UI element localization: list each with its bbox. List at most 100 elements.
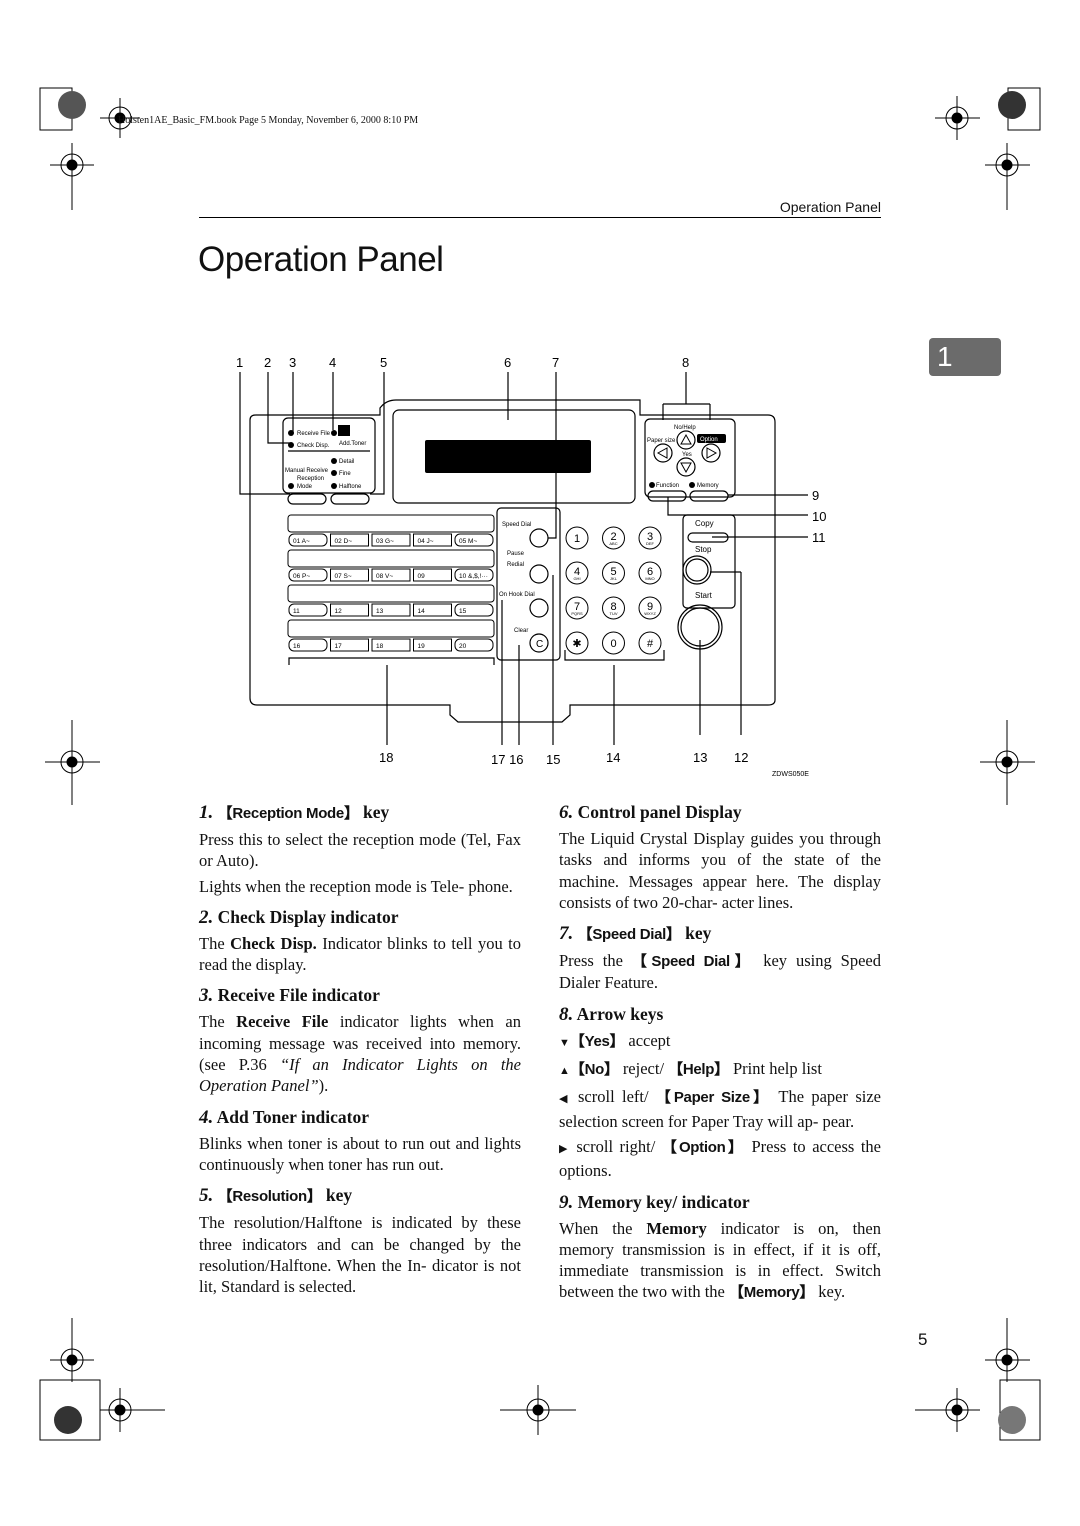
- file-meta: Holsten1AE_Basic_FM.book Page 5 Monday, …: [118, 115, 419, 126]
- registration-mark-icon: [915, 1388, 980, 1432]
- registration-mark-icon: [935, 96, 980, 140]
- lcd-display: [425, 440, 591, 473]
- section-reception-mode: 1. 【Reception Mode】 key Press this to se…: [199, 802, 521, 896]
- callout-12: 12: [734, 750, 748, 765]
- label-fine: Fine: [339, 471, 351, 477]
- one-touch-key-label: 11: [293, 608, 300, 615]
- one-touch-key-label: 12: [335, 608, 343, 615]
- label-strip: [287, 619, 495, 638]
- callout-15: 15: [546, 752, 560, 767]
- key-name: 【Reception Mode】: [217, 805, 359, 822]
- label-add-toner: Add.Toner: [339, 441, 366, 447]
- section-resolution: 5. 【Resolution】 key The resolution/Halft…: [199, 1185, 521, 1297]
- callout-4: 4: [329, 355, 336, 370]
- label-mode: Mode: [297, 484, 313, 490]
- one-touch-key-label: 01 A~: [293, 538, 310, 545]
- section-receive-file: 3. Receive File indicator The Receive Fi…: [199, 985, 521, 1096]
- one-touch-key-label: 18: [376, 643, 384, 650]
- keypad-letters: PQRS: [571, 611, 583, 616]
- label-redial: Redial: [507, 562, 524, 568]
- label-strip: [287, 549, 495, 568]
- callout-17-16: 17 16: [491, 752, 524, 767]
- registration-mark-icon: [100, 1388, 165, 1432]
- label-manual-receive: Manual Receive: [285, 468, 329, 474]
- keypad-letters: WXYZ: [644, 611, 656, 616]
- callout-6: 6: [504, 355, 511, 370]
- one-touch-key-label: 13: [376, 608, 384, 615]
- page-number: 5: [918, 1330, 928, 1349]
- left-arrow-icon: ◀: [559, 1093, 571, 1106]
- label-option: Option: [700, 437, 718, 443]
- registration-mark-icon: [985, 143, 1030, 210]
- keypad-letters: JKL: [610, 576, 618, 581]
- callout-3: 3: [289, 355, 296, 370]
- label-speed-dial: Speed Dial: [502, 522, 531, 528]
- label-function: Function: [656, 483, 679, 489]
- callout-5: 5: [380, 355, 387, 370]
- section-check-display: 2. Check Display indicator The Check Dis…: [199, 906, 522, 975]
- numeric-keypad: 1 2ABC3DEF4GHI5JKL6MNO7PQRS8TUV9WXYZ✱ 0 #: [565, 526, 662, 655]
- label-halftone: Halftone: [339, 484, 362, 490]
- label-stop: Stop: [695, 545, 712, 554]
- label-pause: Pause: [507, 551, 525, 557]
- registration-mark-icon: [985, 1318, 1030, 1382]
- section-display: 6. Control panel Display The Liquid Crys…: [559, 802, 881, 912]
- callout-1: 1: [236, 355, 243, 370]
- label-reception: Reception: [297, 476, 324, 482]
- left-column: 1. 【Reception Mode】 key Press this to se…: [199, 800, 521, 1305]
- one-touch-key-label: 16: [293, 643, 301, 650]
- registration-mark-icon: [50, 143, 94, 210]
- section-add-toner: 4. Add Toner indicator Blinks when toner…: [199, 1106, 521, 1174]
- one-touch-key-label: 02 D~: [335, 538, 353, 545]
- keypad-letters: TUV: [610, 611, 618, 616]
- one-touch-key-label: 15: [459, 608, 467, 615]
- callout-10: 10: [812, 509, 826, 524]
- page-title: Operation Panel: [198, 240, 444, 279]
- one-touch-key-label: 17: [335, 643, 343, 650]
- callout-7: 7: [552, 355, 559, 370]
- right-column: 6. Control panel Display The Liquid Crys…: [559, 800, 881, 1312]
- label-memory: Memory: [697, 483, 719, 489]
- section-memory: 9. Memory key/ indicator When the Memory…: [559, 1191, 882, 1302]
- label-strip: [287, 584, 495, 603]
- one-touch-key-label: 07 S~: [335, 573, 352, 580]
- callout-14: 14: [606, 750, 620, 765]
- label-yes: Yes: [682, 452, 692, 458]
- callout-8: 8: [682, 355, 689, 370]
- label-detail: Detail: [339, 459, 354, 465]
- label-start: Start: [695, 591, 713, 600]
- section-arrow-keys: 8. Arrow keys ▼【Yes】 accept ▲【No】 reject…: [559, 1003, 882, 1181]
- keypad-letters: MNO: [645, 576, 654, 581]
- callout-11: 11: [812, 530, 826, 545]
- one-touch-key-label: 14: [418, 608, 426, 615]
- callout-2: 2: [264, 355, 271, 370]
- keypad-digit: #: [647, 638, 654, 650]
- label-clear: Clear: [514, 628, 528, 634]
- label-on-hook-dial: On Hook Dial: [499, 592, 535, 598]
- label-check-disp: Check Disp.: [297, 443, 330, 449]
- keypad-digit: ✱: [572, 638, 581, 650]
- down-arrow-icon: ▼: [559, 1036, 570, 1049]
- callout-9: 9: [812, 488, 819, 503]
- keypad-letters: GHI: [573, 576, 580, 581]
- registration-mark-icon: [500, 1385, 576, 1435]
- one-touch-key-label: 03 G~: [376, 538, 394, 545]
- registration-mark-icon: [50, 1318, 94, 1382]
- one-touch-key-label: 05 M~: [459, 538, 477, 545]
- section-speed-dial: 7. 【Speed Dial】 key Press the 【Speed Dia…: [559, 923, 882, 993]
- diagram-code: ZDWS050E: [772, 771, 809, 778]
- keypad-digit: 0: [610, 638, 616, 650]
- callout-13: 13: [693, 750, 707, 765]
- one-touch-key-label: 10 &,$,!···: [459, 573, 488, 580]
- keypad-letters: ABC: [609, 541, 617, 546]
- running-title: Operation Panel: [779, 199, 881, 215]
- header-rule: [199, 217, 881, 218]
- one-touch-key-label: 09: [418, 573, 426, 580]
- one-touch-keys: 01 A~ 02 D~ 03 G~ 04 J~ 05 M~ 06 P~ 07 S~ 08 V~…: [287, 514, 495, 652]
- one-touch-key-label: 19: [418, 643, 426, 650]
- right-arrow-icon: ▶: [559, 1142, 570, 1155]
- one-touch-key-label: 04 J~: [418, 538, 434, 545]
- keypad-letters: DEF: [646, 541, 655, 546]
- up-arrow-icon: ▲: [559, 1065, 570, 1078]
- label-receive-file: Receive File: [297, 431, 331, 437]
